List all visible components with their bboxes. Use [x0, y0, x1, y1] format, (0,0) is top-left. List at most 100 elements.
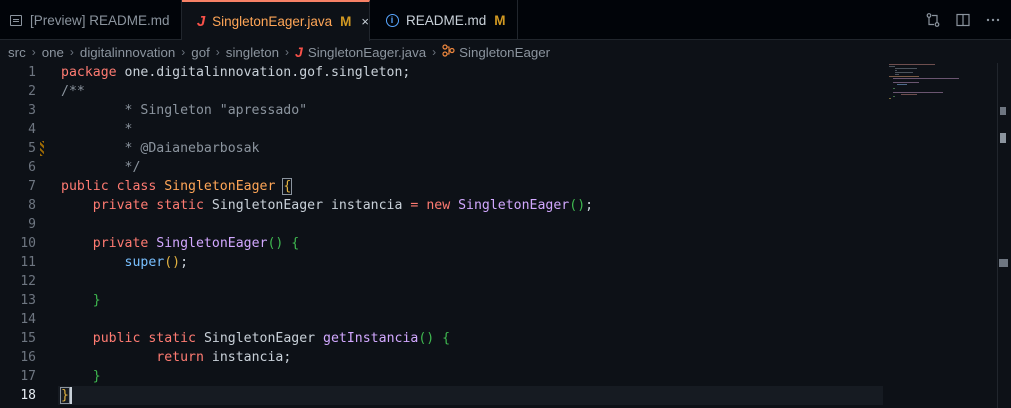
line-number: 6: [28, 160, 36, 175]
code-token: *: [61, 122, 133, 137]
tab-label: SingletonEager.java: [212, 14, 333, 29]
breadcrumb: src › one › digitalinnovation › gof › si…: [0, 41, 1011, 63]
breadcrumb-item[interactable]: digitalinnovation: [80, 45, 175, 60]
tab-bar: [Preview] README.md J SingletonEager.jav…: [0, 0, 1011, 41]
code-token: package: [61, 65, 117, 80]
breadcrumb-item[interactable]: SingletonEager.java: [308, 45, 426, 60]
code-line: 4 *: [0, 120, 1011, 139]
code-line: 9: [0, 215, 1011, 234]
code-line: 6 */: [0, 158, 1011, 177]
code-token: SingletonEager: [156, 236, 268, 251]
split-editor-icon[interactable]: [955, 12, 971, 28]
scrollbar-marker: [999, 259, 1008, 267]
code-line: 14: [0, 310, 1011, 329]
code-line: 3 * Singleton "apressado": [0, 101, 1011, 120]
tab-label: README.md: [406, 12, 487, 28]
editor-actions: [925, 0, 1001, 40]
modified-gutter-marker: [40, 141, 44, 156]
breadcrumb-item[interactable]: src: [8, 45, 26, 60]
code-token: * Singleton "apressado": [61, 103, 308, 118]
code-token: SingletonEager: [203, 331, 316, 346]
line-number: 3: [28, 103, 36, 118]
breadcrumb-item[interactable]: singleton: [226, 45, 279, 60]
code-token: return: [156, 350, 204, 365]
line-number: 17: [20, 369, 36, 384]
code-line: 1 package one.digitalinnovation.gof.sing…: [0, 63, 1011, 82]
preview-icon: [8, 14, 24, 26]
class-symbol-icon: [442, 44, 455, 60]
line-number: 5: [28, 141, 36, 156]
code-line: 8 private static SingletonEager instanci…: [0, 196, 1011, 215]
code-token: public static: [92, 331, 196, 346]
breadcrumb-item[interactable]: one: [42, 45, 64, 60]
line-number: 15: [20, 331, 36, 346]
code-token: getInstancia: [323, 331, 419, 346]
tab-singleton-eager-java[interactable]: J SingletonEager.java M ×: [182, 0, 370, 41]
code-token: */: [61, 160, 141, 175]
line-number: 9: [28, 217, 36, 232]
code-token: ;: [180, 255, 189, 270]
tab-preview-readme[interactable]: [Preview] README.md: [0, 0, 182, 40]
tab-label: [Preview] README.md: [30, 12, 170, 28]
text-cursor: [70, 387, 72, 404]
chevron-right-icon: ›: [181, 45, 186, 59]
code-token: new: [426, 198, 451, 213]
code-token: ;: [585, 198, 594, 213]
line-number: 7: [28, 179, 36, 194]
breadcrumb-item[interactable]: SingletonEager: [459, 45, 550, 60]
minimap[interactable]: [883, 63, 995, 408]
line-number: 8: [28, 198, 36, 213]
code-token: * @Daianebarbosak: [61, 141, 260, 156]
bracket-match: {: [282, 178, 293, 195]
code-token: (): [569, 198, 586, 213]
line-number: 18: [20, 388, 36, 403]
current-line-highlight: [58, 386, 883, 405]
code-editor[interactable]: 1 package one.digitalinnovation.gof.sing…: [0, 63, 1011, 408]
code-token: }: [92, 293, 101, 308]
code-token: SingletonEager: [164, 179, 276, 194]
chevron-right-icon: ›: [69, 45, 74, 59]
close-icon[interactable]: ×: [361, 14, 369, 29]
code-line: 5 * @Daianebarbosak: [0, 139, 1011, 158]
code-line: 17 }: [0, 367, 1011, 386]
code-line: 12: [0, 272, 1011, 291]
chevron-right-icon: ›: [285, 45, 290, 59]
compare-changes-icon[interactable]: [925, 12, 941, 28]
code-line: 2 /**: [0, 82, 1011, 101]
line-number: 12: [20, 274, 36, 289]
code-token: instancia: [330, 198, 403, 213]
chevron-right-icon: ›: [215, 45, 220, 59]
line-number: 11: [20, 255, 36, 270]
code-token: {: [442, 331, 451, 346]
code-line-current: 18 }: [0, 386, 1011, 405]
code-token: (): [267, 236, 284, 251]
code-token: SingletonEager: [211, 198, 324, 213]
tab-readme[interactable]: i README.md M: [370, 0, 518, 40]
code-line: 10 private SingletonEager() {: [0, 234, 1011, 253]
code-token: private static: [92, 198, 204, 213]
line-number: 1: [28, 65, 36, 80]
code-line: 16 return instancia;: [0, 348, 1011, 367]
code-token: private: [92, 236, 149, 251]
scrollbar-marker: [1000, 107, 1006, 115]
code-token: super: [124, 255, 165, 270]
java-icon: J: [295, 44, 303, 60]
code-line: 11 super();: [0, 253, 1011, 272]
more-actions-icon[interactable]: [985, 12, 1001, 28]
code-token: (): [418, 331, 435, 346]
line-number: 4: [28, 122, 36, 137]
code-token: instancia;: [211, 350, 292, 365]
code-token: public class: [61, 179, 157, 194]
code-line: 13 }: [0, 291, 1011, 310]
code-token: =: [410, 198, 419, 213]
modified-badge: M: [494, 12, 506, 28]
modified-badge: M: [340, 14, 352, 29]
code-token: SingletonEager: [458, 198, 570, 213]
code-line: 7 public class SingletonEager {: [0, 177, 1011, 196]
scrollbar-marker: [1000, 133, 1006, 143]
info-icon: i: [384, 13, 400, 27]
line-number: 14: [20, 312, 36, 327]
line-number: 16: [20, 350, 36, 365]
code-token: }: [92, 369, 101, 384]
breadcrumb-item[interactable]: gof: [191, 45, 210, 60]
